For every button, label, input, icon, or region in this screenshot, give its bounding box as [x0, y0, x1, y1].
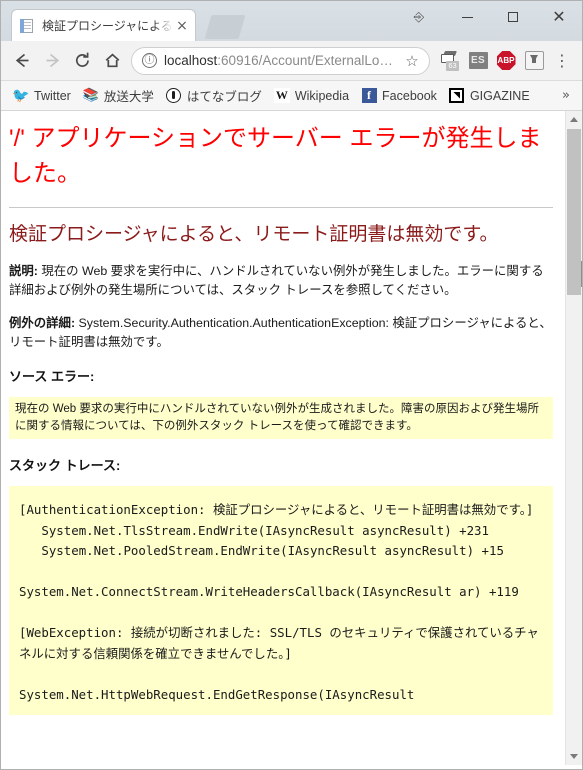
bookmark-facebook[interactable]: f Facebook: [355, 84, 443, 108]
forward-button[interactable]: [37, 46, 67, 76]
page-content: '/' アプリケーションでサーバー エラーが発生しました。 検証プロシージャによ…: [1, 111, 565, 765]
bookmark-wikipedia[interactable]: W Wikipedia: [268, 84, 355, 108]
chevron-down-icon: [570, 754, 578, 759]
url-text: localhost:60916/Account/ExternalLo…: [164, 53, 403, 68]
description-paragraph: 説明: 現在の Web 要求を実行中に、ハンドルされていない例外が発生しました。…: [9, 262, 553, 300]
scrollbar-up-button[interactable]: [566, 111, 582, 128]
facebook-icon: f: [361, 88, 377, 104]
scanner-badge: 63: [446, 60, 459, 71]
bookmark-label: GIGAZINE: [469, 88, 530, 103]
new-tab-button[interactable]: [204, 15, 246, 39]
bookmark-hatena[interactable]: はてなブログ: [160, 84, 268, 108]
gigazine-icon: [449, 88, 465, 104]
source-error-heading: ソース エラー:: [9, 369, 95, 384]
es-icon: ES: [468, 52, 488, 69]
twitter-icon: 🐦: [12, 87, 30, 104]
abp-icon: ABP: [496, 51, 516, 70]
browser-menu-button[interactable]: ⋮: [548, 47, 576, 75]
home-icon: [105, 53, 119, 68]
source-error-box: 現在の Web 要求の実行中にハンドルされていない例外が生成されました。障害の原…: [9, 397, 553, 439]
exception-paragraph: 例外の詳細: System.Security.Authentication.Au…: [9, 314, 553, 352]
url-path: :60916/Account/ExternalLo…: [217, 53, 393, 68]
scanner-icon: 63: [440, 50, 460, 71]
scrollbar-marker: [581, 261, 582, 287]
page-title: '/' アプリケーションでサーバー エラーが発生しました。: [9, 125, 542, 187]
maximize-button[interactable]: [490, 1, 536, 33]
tab-title: 検証プロシージャによると、リ: [42, 19, 173, 33]
ime-clipboard-icon[interactable]: ⎆: [410, 8, 428, 26]
minimize-icon: [461, 16, 473, 18]
description-text: 現在の Web 要求を実行中に、ハンドルされていない例外が発生しました。エラーに…: [9, 264, 544, 297]
scanner-extension-button[interactable]: 63: [436, 47, 464, 75]
bookmark-label: はてなブログ: [186, 90, 262, 104]
bookmark-label: 放送大学: [103, 90, 154, 104]
exception-label: 例外の詳細:: [9, 316, 76, 330]
back-arrow-icon: [15, 53, 28, 68]
tab-close-icon[interactable]: ×: [173, 17, 191, 35]
browser-tab[interactable]: 検証プロシージャによると、リ ×: [11, 9, 196, 41]
stack-trace-heading: スタック トレース:: [9, 458, 121, 473]
error-subtitle: 検証プロシージャによると、リモート証明書は無効です。: [9, 224, 499, 245]
scrollbar-down-button[interactable]: [566, 748, 582, 765]
page-icon: [20, 18, 36, 34]
bookmark-star-icon[interactable]: ☆: [403, 52, 421, 70]
site-info-icon[interactable]: ⓘ: [142, 53, 157, 68]
bookmarks-overflow-button[interactable]: »: [556, 88, 576, 103]
adblock-plus-extension-button[interactable]: ABP: [492, 47, 520, 75]
close-icon: ✕: [552, 7, 566, 26]
bookmarks-bar: 🐦 Twitter 📚 放送大学 はてなブログ W Wikipedia f Fa…: [1, 81, 582, 111]
ouj-icon: 📚: [82, 87, 99, 103]
bookmark-label: Wikipedia: [294, 88, 350, 103]
three-dots-icon: ⋮: [554, 50, 570, 70]
forward-arrow-icon: [46, 53, 59, 68]
hatena-icon: [166, 88, 182, 104]
download-arrow-icon: [524, 51, 544, 70]
description-label: 説明:: [9, 264, 38, 278]
es-extension-button[interactable]: ES: [464, 47, 492, 75]
browser-window: ⎆ ✕ 検証プロシージャによると、リ ×: [0, 0, 583, 770]
chevron-up-icon: [570, 117, 578, 122]
download-extension-button[interactable]: [520, 47, 548, 75]
reload-button[interactable]: [67, 46, 97, 76]
title-divider: [9, 207, 553, 208]
bookmark-twitter[interactable]: 🐦 Twitter: [7, 84, 77, 108]
url-host: localhost: [164, 53, 218, 68]
back-button[interactable]: [7, 46, 37, 76]
window-controls: ✕: [444, 1, 582, 33]
minimize-button[interactable]: [444, 1, 490, 33]
bookmark-label: Twitter: [34, 88, 71, 103]
close-button[interactable]: ✕: [536, 1, 582, 33]
wikipedia-icon: W: [273, 88, 290, 103]
bookmark-gigazine[interactable]: GIGAZINE: [443, 84, 536, 108]
home-button[interactable]: [97, 46, 127, 76]
bookmark-label: Facebook: [382, 88, 437, 103]
title-bar: ⎆ ✕ 検証プロシージャによると、リ ×: [1, 1, 582, 41]
stack-trace-box: [AuthenticationException: 検証プロシージャによると、リ…: [9, 486, 553, 715]
navigation-toolbar: ⓘ localhost:60916/Account/ExternalLo… ☆ …: [1, 41, 582, 81]
page-scrollbar[interactable]: [565, 111, 582, 765]
exception-text: System.Security.Authentication.Authentic…: [9, 316, 552, 349]
scrollbar-thumb[interactable]: [567, 129, 581, 295]
bookmark-ouj[interactable]: 📚 放送大学: [77, 84, 160, 108]
page-viewport: '/' アプリケーションでサーバー エラーが発生しました。 検証プロシージャによ…: [1, 111, 582, 765]
address-bar[interactable]: ⓘ localhost:60916/Account/ExternalLo… ☆: [131, 46, 430, 75]
maximize-icon: [508, 12, 518, 22]
stack-trace-text: [AuthenticationException: 検証プロシージャによると、リ…: [19, 502, 539, 702]
reload-icon: [75, 52, 89, 67]
